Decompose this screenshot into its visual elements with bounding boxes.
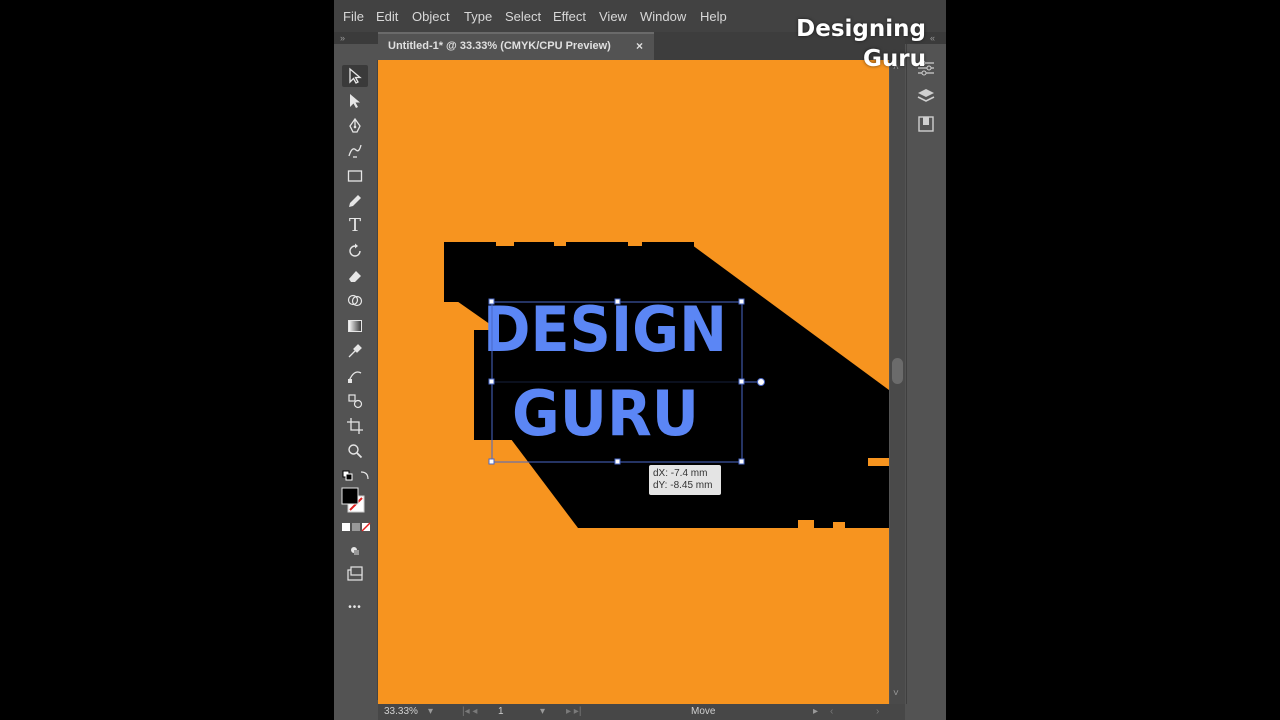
illustrator-window: File Edit Object Type Select Effect View… <box>334 0 946 720</box>
tab-document[interactable]: Untitled-1* @ 33.33% (CMYK/CPU Preview) … <box>378 32 654 60</box>
watermark-line-2: Guru <box>863 46 926 72</box>
dx-readout: dX: -7.4 mm <box>653 468 708 479</box>
selection-tool[interactable] <box>342 65 368 87</box>
curvature-tool[interactable] <box>342 140 368 162</box>
pencil-icon <box>349 195 361 207</box>
screen-mode-button[interactable] <box>342 563 368 585</box>
rectangle-icon <box>347 170 363 182</box>
menu-type[interactable]: Type <box>464 9 492 24</box>
artboard-icon <box>347 418 363 434</box>
right-panel-dock <box>906 44 946 704</box>
scrollbar-thumb[interactable] <box>892 358 903 384</box>
swap-colors-icon <box>342 470 369 481</box>
first-artboard-icon[interactable]: |◂ ◂ <box>462 706 477 717</box>
fill-stroke-swatches[interactable] <box>340 484 372 518</box>
blend-tool[interactable] <box>342 365 368 387</box>
artboard-tool[interactable] <box>342 415 368 437</box>
artwork-line-design[interactable]: DESIGN <box>483 293 727 366</box>
status-menu-icon[interactable]: ▸ <box>813 706 818 717</box>
curvature-pen-icon <box>348 144 362 158</box>
eraser-icon <box>349 271 361 282</box>
move-offset-tooltip: dX: -7.4 mm dY: -8.45 mm <box>649 465 721 495</box>
menu-object[interactable]: Object <box>412 9 450 24</box>
gradient-tool[interactable] <box>342 315 368 337</box>
type-tool[interactable]: T <box>342 215 368 237</box>
eyedropper-tool[interactable] <box>342 340 368 362</box>
symbol-sprayer-tool[interactable] <box>342 390 368 412</box>
draw-mode-icon <box>351 547 359 555</box>
menu-view[interactable]: View <box>599 9 627 24</box>
symbol-sprayer-icon <box>348 394 363 409</box>
selection-arrow-icon <box>349 67 362 84</box>
more-icon: ••• <box>348 601 362 613</box>
edit-toolbar-button[interactable]: ••• <box>342 596 368 618</box>
scroll-right-icon[interactable]: › <box>876 706 879 717</box>
menu-file[interactable]: File <box>343 9 364 24</box>
watermark-line-1: Designing <box>796 16 926 42</box>
current-tool-name: Move <box>691 706 716 717</box>
eyedropper-icon <box>348 344 362 358</box>
artboard-dropdown-icon[interactable]: ▾ <box>540 706 545 717</box>
pen-tool[interactable] <box>342 115 368 137</box>
document-tab-title: Untitled-1* @ 33.33% (CMYK/CPU Preview) <box>388 40 611 52</box>
scroll-left-icon[interactable]: ‹ <box>830 706 833 717</box>
eraser-tool[interactable] <box>342 265 368 287</box>
draw-mode-button[interactable] <box>342 540 368 562</box>
zoom-icon <box>348 444 363 459</box>
rotate-icon <box>349 243 361 257</box>
color-mode-buttons[interactable] <box>340 520 372 534</box>
tools-panel: T ••• <box>334 60 378 700</box>
artwork-svg: DESIGN GURU <box>444 240 889 528</box>
screen-mode-icon <box>347 566 363 581</box>
zoom-tool[interactable] <box>342 440 368 462</box>
menu-help[interactable]: Help <box>700 9 727 24</box>
direct-selection-icon <box>350 94 360 108</box>
pencil-tool[interactable] <box>342 190 368 212</box>
layers-icon[interactable] <box>916 86 936 106</box>
menu-edit[interactable]: Edit <box>376 9 398 24</box>
status-bar: 33.33% ▾ |◂ ◂ 1 ▾ ▸ ▸| Move ▸ ‹ › <box>378 704 905 720</box>
menu-select[interactable]: Select <box>505 9 541 24</box>
close-icon[interactable]: × <box>636 39 643 53</box>
pen-icon <box>349 117 361 133</box>
rotate-tool[interactable] <box>342 240 368 262</box>
shape-builder-tool[interactable] <box>342 290 368 312</box>
next-artboard-icon[interactable]: ▸ ▸| <box>566 706 581 717</box>
zoom-level[interactable]: 33.33% <box>384 706 418 717</box>
menu-effect[interactable]: Effect <box>553 9 586 24</box>
artwork-line-guru[interactable]: GURU <box>512 377 699 450</box>
watermark: Designing Guru <box>796 14 926 74</box>
shape-builder-icon <box>347 294 363 307</box>
color-mode-icon <box>342 522 371 532</box>
vertical-scrollbar[interactable]: ˄ ˅ <box>890 60 905 704</box>
dy-readout: dY: -8.45 mm <box>653 480 713 491</box>
collapse-toolbar-icon[interactable]: » <box>340 32 345 44</box>
artboard-number[interactable]: 1 <box>498 706 504 717</box>
libraries-icon[interactable] <box>916 114 936 134</box>
direct-selection-tool[interactable] <box>342 90 368 112</box>
fill-stroke-icon <box>341 487 365 513</box>
scroll-down-icon[interactable]: ˅ <box>893 688 899 700</box>
artboard-canvas[interactable]: DESIGN GURU dX: -7.4 mm dY: -8.45 mm <box>378 60 889 704</box>
rectangle-tool[interactable] <box>342 165 368 187</box>
blend-icon <box>348 371 362 383</box>
gradient-icon <box>348 320 362 332</box>
collapse-panels-icon[interactable]: « <box>930 32 935 44</box>
menu-window[interactable]: Window <box>640 9 686 24</box>
zoom-dropdown-icon[interactable]: ▾ <box>428 706 433 717</box>
type-icon: T <box>348 215 361 236</box>
